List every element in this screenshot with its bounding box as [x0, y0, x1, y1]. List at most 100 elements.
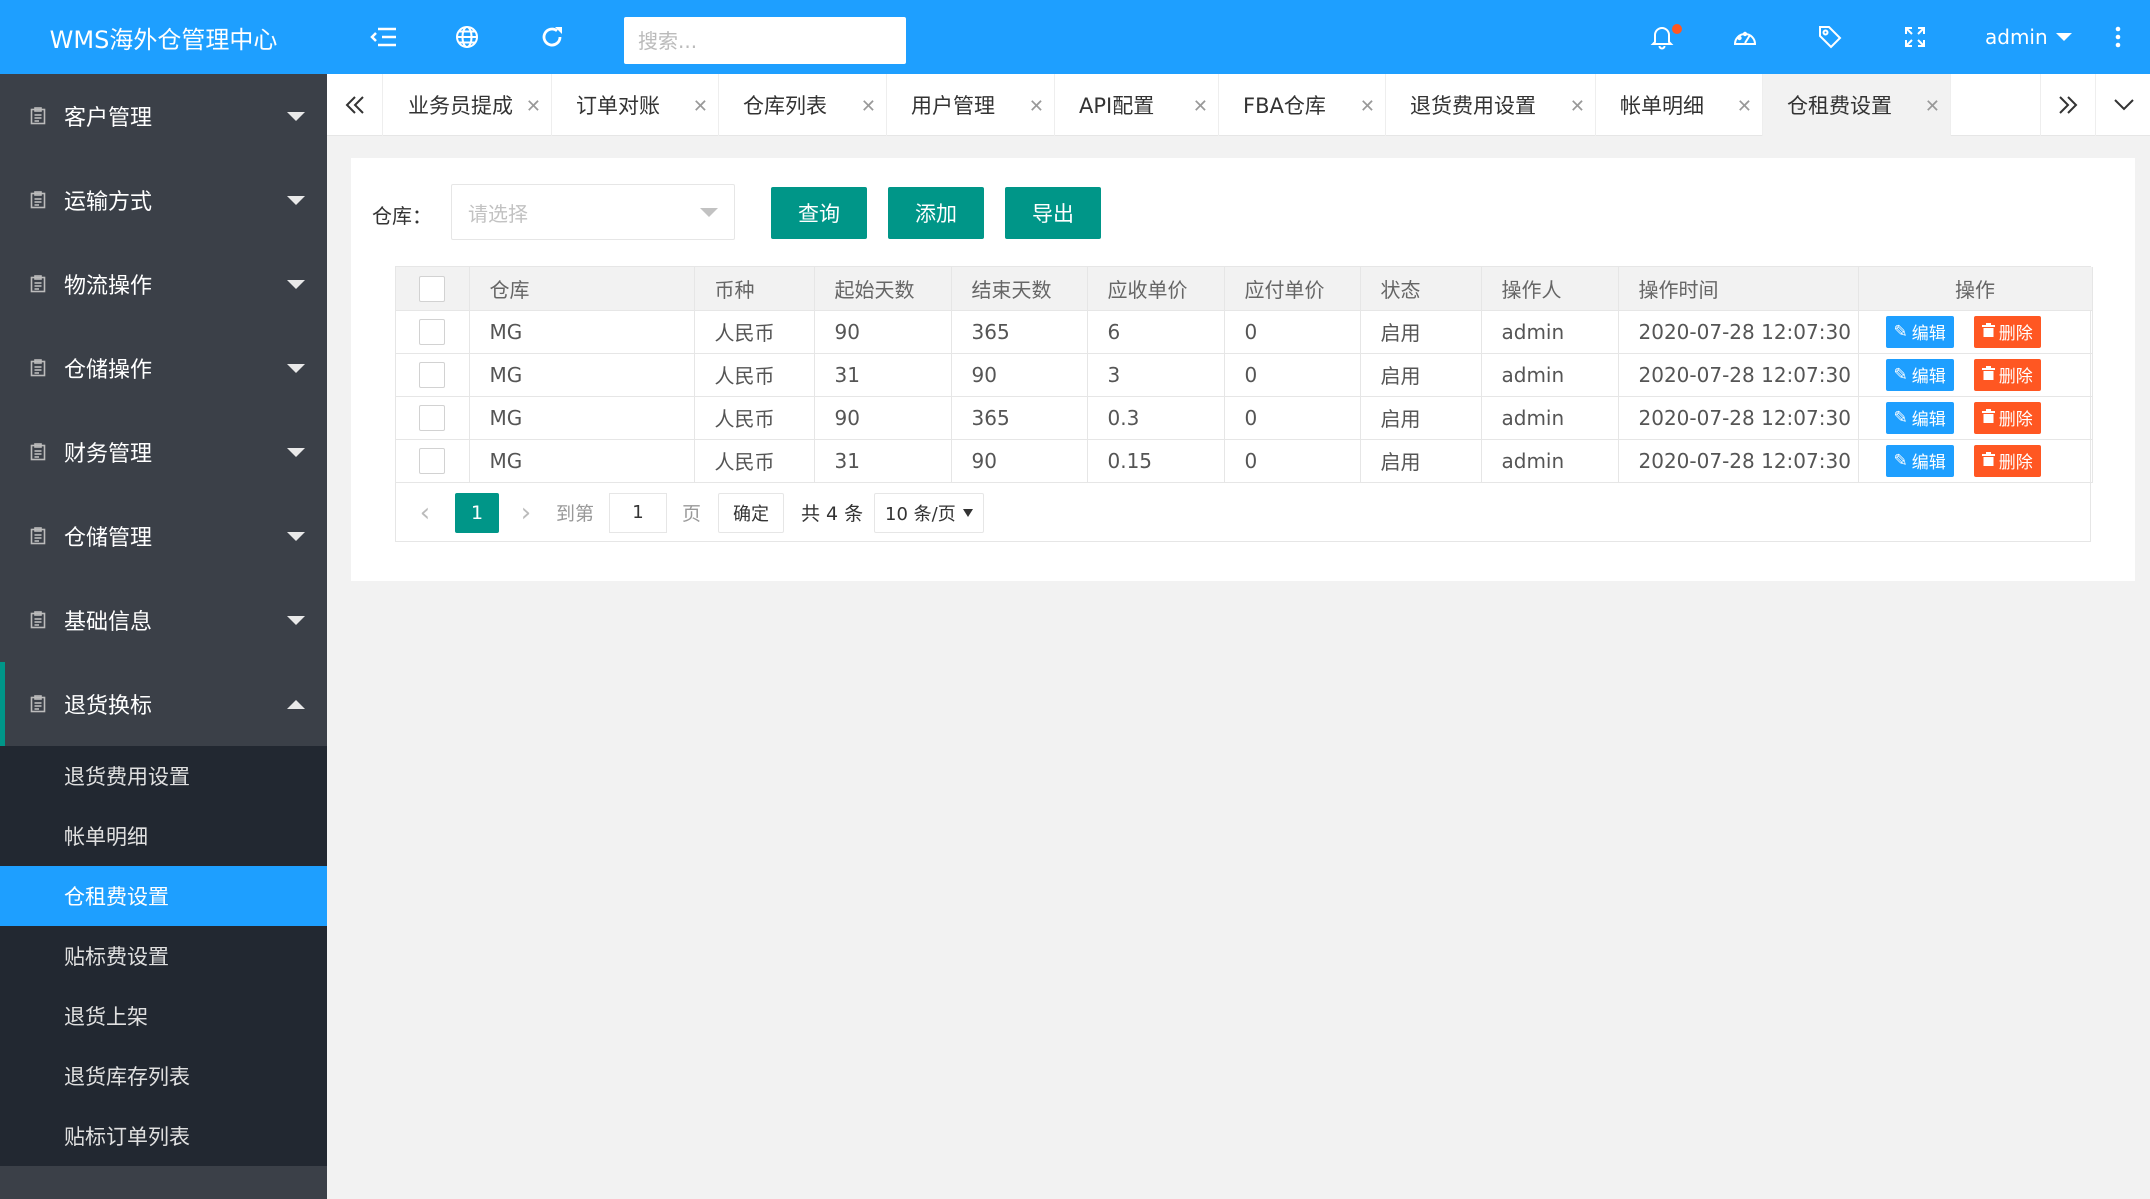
- close-icon[interactable]: ✕: [693, 96, 708, 117]
- row-checkbox[interactable]: [419, 447, 446, 474]
- tab-label: 订单对账: [576, 94, 660, 118]
- fullscreen-icon[interactable]: [1897, 19, 1933, 55]
- tag-icon[interactable]: [1812, 19, 1848, 55]
- sidebar-item-basic-info[interactable]: 基础信息: [0, 578, 327, 662]
- tabs-next-icon[interactable]: [2040, 74, 2096, 136]
- app-logo[interactable]: WMS海外仓管理中心: [0, 0, 327, 74]
- prev-page-icon[interactable]: ‹: [410, 493, 440, 533]
- page-current[interactable]: 1: [455, 492, 499, 533]
- caret-down-icon: [287, 616, 305, 625]
- edit-button[interactable]: ✎ 编辑: [1885, 315, 1954, 348]
- close-icon[interactable]: ✕: [526, 96, 541, 117]
- tab-order-reconcile[interactable]: 订单对账 ✕: [552, 74, 719, 136]
- cell-operator: admin: [1481, 310, 1619, 354]
- trash-icon: [1981, 451, 1995, 471]
- select-all-checkbox[interactable]: [419, 275, 446, 302]
- refresh-icon[interactable]: [534, 19, 570, 55]
- query-button[interactable]: 查询: [771, 187, 867, 239]
- sidebar-item-label: 财务管理: [64, 442, 153, 467]
- tab-api-config[interactable]: API配置 ✕: [1055, 74, 1219, 136]
- column-header: 仓库: [469, 267, 695, 311]
- more-icon[interactable]: [2100, 19, 2136, 55]
- tab-label: 退货费用设置: [1410, 94, 1536, 118]
- delete-button[interactable]: 删除: [1973, 401, 2041, 434]
- submenu-item-label-orders[interactable]: 贴标订单列表: [0, 1106, 327, 1166]
- delete-button[interactable]: 删除: [1973, 444, 2041, 477]
- row-checkbox[interactable]: [419, 318, 446, 345]
- globe-icon[interactable]: [449, 19, 485, 55]
- close-icon[interactable]: ✕: [1360, 96, 1375, 117]
- close-icon[interactable]: ✕: [1737, 96, 1752, 117]
- tab-return-fee[interactable]: 退货费用设置 ✕: [1386, 74, 1596, 136]
- sidebar-item-customers[interactable]: 客户管理: [0, 74, 327, 158]
- cell-start-days: 90: [814, 310, 952, 354]
- sidebar-item-storage-mgmt[interactable]: 仓储管理: [0, 494, 327, 578]
- delete-button[interactable]: 删除: [1973, 315, 2041, 348]
- tab-warehouse-list[interactable]: 仓库列表 ✕: [719, 74, 887, 136]
- top-bar: admin: [327, 0, 2150, 74]
- sidebar-item-returns[interactable]: 退货换标: [0, 662, 327, 746]
- submenu-item-return-fee[interactable]: 退货费用设置: [0, 746, 327, 806]
- tab-commission[interactable]: 业务员提成 ✕: [384, 74, 552, 136]
- submenu-item-return-inventory[interactable]: 退货库存列表: [0, 1046, 327, 1106]
- close-icon[interactable]: ✕: [1570, 96, 1585, 117]
- tab-fba-warehouse[interactable]: FBA仓库 ✕: [1219, 74, 1386, 136]
- tab-bill-detail[interactable]: 帐单明细 ✕: [1596, 74, 1763, 136]
- tabs-menu-chevron-down-icon[interactable]: [2096, 74, 2150, 136]
- cell-operator: admin: [1481, 353, 1619, 397]
- cell-receivable-price: 3: [1087, 353, 1225, 397]
- delete-label: 删除: [1998, 453, 2033, 473]
- menu-fold-icon[interactable]: [366, 19, 402, 55]
- add-button[interactable]: 添加: [888, 187, 984, 239]
- column-header: 结束天数: [951, 267, 1088, 311]
- submenu-item-label-fee[interactable]: 贴标费设置: [0, 926, 327, 986]
- sidebar-item-shipping[interactable]: 运输方式: [0, 158, 327, 242]
- tab-label: API配置: [1079, 94, 1155, 118]
- warehouse-select[interactable]: 请选择: [451, 184, 735, 240]
- edit-button[interactable]: ✎ 编辑: [1885, 401, 1954, 434]
- dashboard-icon[interactable]: [1727, 19, 1763, 55]
- delete-button[interactable]: 删除: [1973, 358, 2041, 391]
- submenu-item-storage-fee[interactable]: 仓租费设置: [0, 866, 327, 926]
- delete-label: 删除: [1998, 410, 2033, 430]
- pencil-icon: ✎: [1893, 364, 1908, 385]
- close-icon[interactable]: ✕: [861, 96, 876, 117]
- submenu-item-return-shelving[interactable]: 退货上架: [0, 986, 327, 1046]
- cell-start-days: 90: [814, 396, 952, 440]
- sidebar-submenu: 退货费用设置 帐单明细 仓租费设置 贴标费设置 退货上架 退货库存列表 贴标订单…: [0, 746, 327, 1166]
- user-menu[interactable]: admin: [1985, 19, 2072, 55]
- next-page-icon[interactable]: ›: [511, 493, 541, 533]
- caret-down-icon: [287, 196, 305, 205]
- sidebar-item-label: 仓储管理: [64, 526, 153, 551]
- close-icon[interactable]: ✕: [1925, 96, 1940, 117]
- column-header: 状态: [1360, 267, 1482, 311]
- edit-button[interactable]: ✎ 编辑: [1885, 358, 1954, 391]
- tab-storage-fee[interactable]: 仓租费设置 ✕: [1763, 74, 1951, 136]
- cell-status: 启用: [1360, 439, 1482, 483]
- page-size-select[interactable]: 10 条/页: [874, 492, 984, 533]
- caret-down-icon: [287, 364, 305, 373]
- cell-end-days: 365: [951, 396, 1088, 440]
- row-checkbox[interactable]: [419, 404, 446, 431]
- clipboard-icon: [28, 442, 48, 462]
- sidebar-item-logistics[interactable]: 物流操作: [0, 242, 327, 326]
- tab-user-mgmt[interactable]: 用户管理 ✕: [887, 74, 1055, 136]
- cell-actions: ✎ 编辑 删除: [1858, 353, 2093, 397]
- goto-page-input[interactable]: [609, 492, 667, 533]
- cell-warehouse: MG: [469, 310, 695, 354]
- sidebar-item-finance[interactable]: 财务管理: [0, 410, 327, 494]
- edit-button[interactable]: ✎ 编辑: [1885, 444, 1954, 477]
- table-header-row: 仓库 币种 起始天数 结束天数 应收单价 应付单价 状态 操作人 操作时间 操作: [396, 267, 2093, 311]
- row-checkbox[interactable]: [419, 361, 446, 388]
- close-icon[interactable]: ✕: [1029, 96, 1044, 117]
- search-input[interactable]: [624, 17, 906, 64]
- goto-confirm-button[interactable]: 确定: [718, 492, 784, 533]
- page-size-value: 10 条/页: [885, 503, 956, 525]
- submenu-item-bill-detail[interactable]: 帐单明细: [0, 806, 327, 866]
- close-icon[interactable]: ✕: [1193, 96, 1208, 117]
- cell-receivable-price: 0.3: [1087, 396, 1225, 440]
- sidebar-item-storage-ops[interactable]: 仓储操作: [0, 326, 327, 410]
- bell-icon[interactable]: [1644, 19, 1682, 55]
- tabs-prev-icon[interactable]: [327, 74, 383, 136]
- export-button[interactable]: 导出: [1005, 187, 1101, 239]
